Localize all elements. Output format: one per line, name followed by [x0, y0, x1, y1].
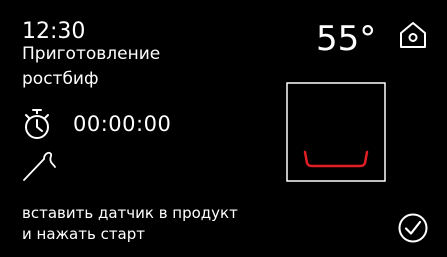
- checkmark-icon[interactable]: [397, 212, 429, 244]
- instruction-line-2: и нажать старт: [22, 225, 146, 243]
- timer-value[interactable]: 00:00:00: [73, 114, 171, 135]
- home-icon[interactable]: [398, 20, 428, 50]
- temperature-value[interactable]: 55°: [316, 22, 376, 56]
- oven-bottom-heat-icon: [286, 82, 386, 182]
- program-title: Приготовление: [22, 44, 161, 64]
- clock: 12:30: [22, 19, 86, 44]
- stopwatch-icon[interactable]: [22, 108, 52, 140]
- instruction-line-1: вставить датчик в продукт: [22, 204, 238, 222]
- program-dish: ростбиф: [22, 69, 99, 89]
- oven-display: 12:30 Приготовление ростбиф 55° 00:00:00…: [0, 0, 447, 257]
- meat-probe-icon[interactable]: [22, 148, 56, 182]
